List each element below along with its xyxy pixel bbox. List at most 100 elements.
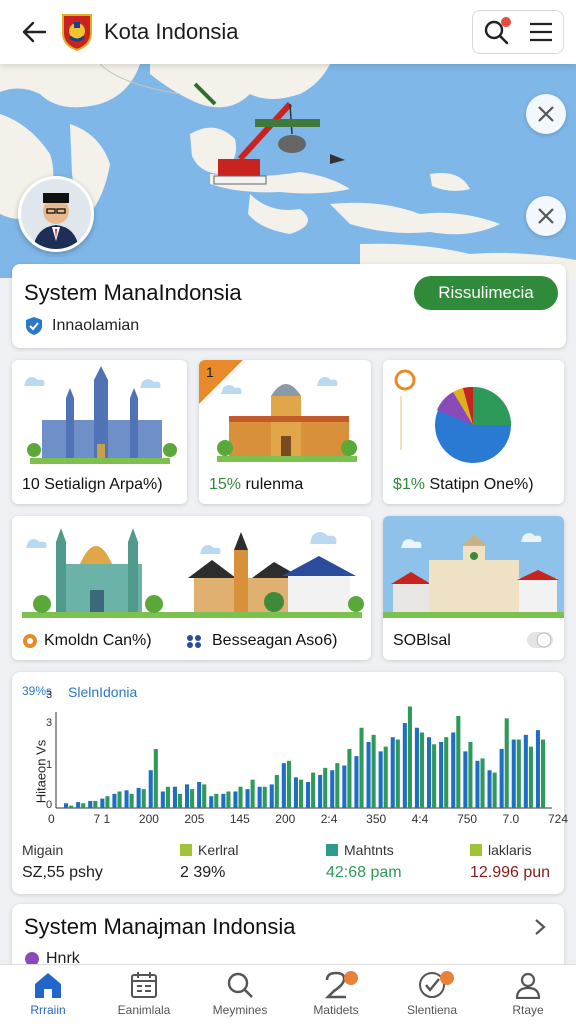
tile-toggle[interactable]: [526, 630, 554, 650]
cathedral-illustration: [24, 366, 177, 464]
nav-item-profile[interactable]: Rtaye: [480, 965, 576, 1024]
stat-value-1: SZ,55 pshy: [22, 864, 103, 881]
chart-bar-s0-26: [378, 751, 383, 808]
map-view[interactable]: [0, 64, 576, 278]
chart-bar-s0-20: [306, 782, 311, 808]
chart-bar-s1-25: [371, 734, 376, 808]
chart-bar-s0-14: [233, 791, 238, 808]
nav-item-home[interactable]: Rrraiin: [0, 965, 96, 1024]
map-close-button-bottom[interactable]: [526, 196, 566, 236]
avatar[interactable]: [18, 176, 94, 252]
system-summary-card: System ManaIndonsia Innaolamian Rissulim…: [12, 264, 566, 348]
chart-bar-s1-17: [274, 774, 279, 808]
nav-item-calendar[interactable]: Eanimlala: [96, 965, 192, 1024]
stat-laklaris: laklaris 12.996 pun: [470, 842, 550, 882]
y-tick-3: 3: [46, 689, 52, 701]
hamburger-menu-icon: [529, 22, 552, 42]
tile-caption-4: Kmoldn Can%): [44, 632, 152, 649]
chart-bar-s1-2: [93, 800, 98, 808]
notification-dot: [500, 17, 511, 27]
chart-bar-s1-35: [492, 772, 497, 808]
chart-bar-s0-27: [390, 737, 395, 808]
tile-cathedral[interactable]: 10 Setialign Arpa%): [12, 360, 187, 504]
chart-bar-s0-17: [269, 784, 274, 808]
chart-bar-s1-31: [444, 737, 449, 808]
chart-bar-s1-28: [407, 706, 412, 808]
stat-label-row-3: Mahtnts: [326, 842, 402, 858]
chart-bar-s1-7: [153, 749, 158, 808]
stat-label-4: laklaris: [488, 842, 532, 858]
chart-bar-s0-1: [76, 802, 81, 808]
chart-bar-s1-32: [456, 715, 461, 808]
nav-item-search[interactable]: Meymines: [192, 965, 288, 1024]
chart-bar-s1-0: [69, 805, 74, 808]
chart-bar-s0-39: [535, 730, 540, 808]
nav-label-search: Meymines: [212, 1003, 268, 1017]
orange-circle-icon: [23, 634, 37, 648]
tile-building[interactable]: SOBlsal: [383, 516, 564, 660]
x-tick-8: 4:4: [411, 812, 429, 826]
stat-kerlral: Kerlral 2 39%: [180, 842, 238, 882]
tile-label-2: 15% rulenma: [209, 476, 303, 494]
chart-bar-s1-24: [359, 727, 364, 808]
chart-bar-s0-5: [124, 790, 129, 808]
tile-rank-number: 1: [206, 364, 214, 380]
chart-bar-s0-3: [100, 798, 105, 808]
chart-bar-s0-0: [64, 803, 69, 808]
tile-landmarks[interactable]: Kmoldn Can%) Besseagan Aso6): [12, 516, 371, 660]
chart-bar-s1-8: [165, 786, 170, 808]
chart-bar-s1-27: [395, 739, 400, 808]
x-tick-11: 724: [548, 812, 569, 826]
legend-swatch-4: [470, 844, 482, 856]
profile-icon: [515, 972, 541, 999]
legend-swatch-3: [326, 844, 338, 856]
calendar-icon: [131, 972, 157, 998]
nav-label-calendar: Eanimlala: [117, 1003, 171, 1017]
close-icon: [538, 208, 554, 224]
chart-bar-s1-26: [383, 746, 388, 808]
menu-button[interactable]: [521, 12, 561, 52]
chart-bar-s1-22: [335, 763, 340, 808]
bar-chart: 0 1 3 3: [46, 689, 552, 811]
x-tick-4: 145: [229, 812, 250, 826]
statistics-chart-card: 39%s SlelnIdonia Hitaeon Vs 0 1 3 3 07 1…: [12, 672, 568, 894]
chart-bar-s1-39: [540, 739, 546, 808]
back-button[interactable]: [10, 8, 58, 56]
chart-bar-s1-6: [141, 789, 146, 808]
tile-town-hall[interactable]: 1 15% rulenma: [199, 360, 371, 504]
chart-bar-s0-19: [293, 777, 298, 808]
x-tick-0: 0: [48, 812, 55, 826]
chart-bar-s0-12: [209, 796, 214, 808]
chart-bar-s0-22: [330, 770, 335, 808]
nav-item-checklist[interactable]: Slentiena: [384, 965, 480, 1024]
map-close-button-top[interactable]: [526, 94, 566, 134]
chart-bar-s0-18: [281, 763, 286, 808]
chevron-right-icon[interactable]: [534, 918, 546, 936]
chart-bar-s0-37: [511, 739, 516, 808]
tile-caption-2: rulenma: [241, 476, 304, 493]
stat-label-2: Kerlral: [198, 842, 239, 858]
chart-bar-s1-36: [504, 718, 509, 808]
section2-title: System Manajman Indonsia: [24, 914, 296, 939]
chart-bar-s1-9: [177, 793, 183, 808]
tile-value-1: 10: [22, 476, 45, 493]
chart-bar-s1-20: [311, 772, 316, 808]
stat-value-4: 12.996 pun: [470, 864, 551, 881]
chart-bar-s0-23: [342, 765, 347, 808]
stat-mahtnts: Mahtnts 42:68 pam: [326, 842, 402, 882]
y-tick-0: 0: [46, 799, 52, 811]
search-button[interactable]: [476, 12, 516, 52]
chart-bar-s1-33: [468, 741, 473, 808]
bottom-navigation: Rrraiin Eanimlala Meymines Matidets Slen…: [0, 964, 576, 1024]
government-building-illustration: [383, 516, 564, 618]
chart-bar-s0-7: [148, 770, 153, 808]
chart-bar-s0-32: [451, 732, 456, 808]
chart-bar-s1-10: [190, 789, 195, 808]
chart-bar-s0-13: [221, 793, 226, 808]
chart-bar-s1-5: [129, 793, 134, 808]
system-action-button[interactable]: Rissulimecia: [414, 276, 558, 310]
crest-logo-icon: [62, 14, 92, 51]
stat-label-1: Migain: [22, 842, 64, 858]
nav-item-notifications[interactable]: Matidets: [288, 965, 384, 1024]
tile-pie-stat[interactable]: $1% Statipn One%): [383, 360, 564, 504]
